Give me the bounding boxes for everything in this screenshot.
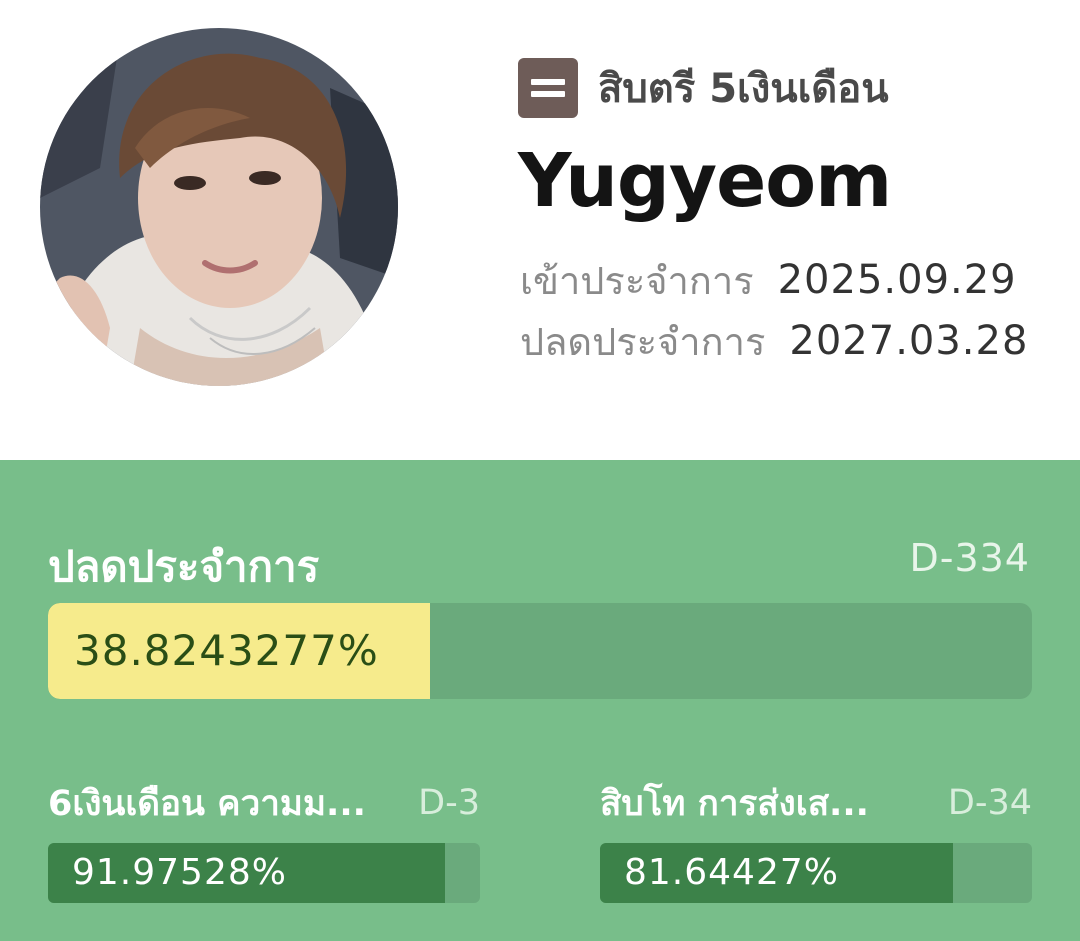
- progress-panel: ปลดประจำการ D-334 38.8243277% 6เงินเดือน…: [0, 460, 1080, 941]
- salary-progress-card[interactable]: 6เงินเดือน ความม... D-3 91.97528%: [48, 778, 480, 908]
- enlist-label: เข้าประจำการ: [520, 258, 754, 303]
- avatar-image: [40, 28, 398, 386]
- discharge-progress-title: ปลดประจำการ: [48, 542, 320, 591]
- enlist-row: เข้าประจำการ 2025.09.29: [520, 255, 1017, 305]
- promotion-progress-header: สิบโท การส่งเส... D-34: [600, 778, 1032, 828]
- rank-row: สิบตรี 5เงินเดือน: [518, 58, 889, 118]
- promotion-progress-dday: D-34: [947, 783, 1032, 823]
- equals-icon: [518, 58, 578, 118]
- discharge-row: ปลดประจำการ 2027.03.28: [520, 316, 1028, 366]
- profile-header: สิบตรี 5เงินเดือน Yugyeom เข้าประจำการ 2…: [0, 0, 1080, 460]
- salary-progress-dday: D-3: [418, 783, 480, 823]
- promotion-progress-title: สิบโท การส่งเส...: [600, 783, 869, 824]
- enlist-date: 2025.09.29: [777, 257, 1017, 303]
- discharge-progress-percent: 38.8243277%: [74, 626, 379, 675]
- discharge-date: 2027.03.28: [789, 318, 1029, 364]
- promotion-progress-card[interactable]: สิบโท การส่งเส... D-34 81.64427%: [600, 778, 1032, 908]
- salary-progress-percent: 91.97528%: [72, 852, 287, 893]
- promotion-progress-bar: 81.64427%: [600, 843, 1032, 903]
- avatar[interactable]: [40, 28, 398, 386]
- salary-progress-header: 6เงินเดือน ความม... D-3: [48, 778, 480, 828]
- discharge-dday: D-334: [909, 536, 1030, 580]
- salary-progress-title: 6เงินเดือน ความม...: [48, 783, 366, 824]
- discharge-label: ปลดประจำการ: [520, 319, 766, 364]
- rank-title: สิบตรี 5เงินเดือน: [598, 66, 889, 112]
- promotion-progress-percent: 81.64427%: [624, 852, 839, 893]
- salary-progress-bar: 91.97528%: [48, 843, 480, 903]
- soldier-name: Yugyeom: [518, 138, 892, 224]
- discharge-progress-bar[interactable]: 38.8243277%: [48, 603, 1032, 699]
